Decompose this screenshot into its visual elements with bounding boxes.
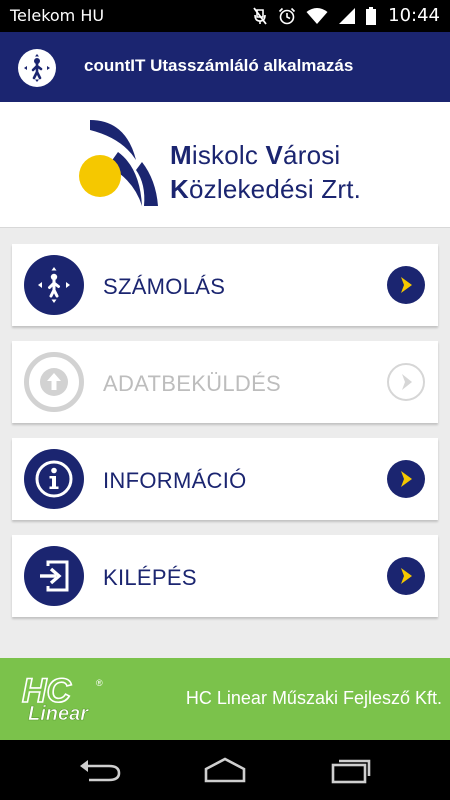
carrier-name: Telekom HU [10,6,105,25]
menu-item-counting[interactable]: SZÁMOLÁS [12,244,438,326]
menu-item-label: KILÉPÉS [103,565,197,590]
brand-logo-panel: Miskolc Városi Közlekedési Zrt. [0,102,450,228]
brand-name-line1: Miskolc Városi [170,140,341,170]
menu-item-information[interactable]: INFORMÁCIÓ [12,438,438,520]
mvk-logo-icon [79,120,158,206]
company-footer: HC ® Linear HC Linear Műszaki Fejlesző K… [0,658,450,740]
counting-person-icon [24,255,84,315]
app-bar: countIT Utasszámláló alkalmazás [0,32,450,102]
exit-icon [24,546,84,606]
svg-text:®: ® [96,678,103,688]
wifi-icon [306,8,328,24]
chevron-right-icon[interactable] [387,557,425,595]
status-bar: Telekom HU 10:44 [0,0,450,32]
home-icon[interactable] [200,754,250,786]
hc-linear-logo: HC ® Linear [21,674,103,724]
menu-item-label: SZÁMOLÁS [103,274,226,299]
signal-icon [339,8,355,24]
alarm-icon [278,7,296,25]
info-icon [24,449,84,509]
menu-item-label: INFORMÁCIÓ [103,468,247,493]
company-name: HC Linear Műszaki Fejlesző Kft. [185,688,442,708]
battery-icon [366,7,376,25]
app-title: countIT Utasszámláló alkalmazás [84,56,354,75]
system-nav-bar [0,740,450,800]
svg-text:Linear: Linear [28,703,89,724]
status-icons [252,7,376,25]
mute-icon [253,7,267,25]
menu-item-exit[interactable]: KILÉPÉS [12,535,438,617]
chevron-right-icon[interactable] [387,266,425,304]
menu-item-data-upload[interactable]: ADATBEKÜLDÉS [12,341,438,423]
menu-item-label: ADATBEKÜLDÉS [103,371,282,396]
recent-apps-icon[interactable] [326,754,376,786]
brand-name-line2: Közlekedési Zrt. [170,174,362,204]
upload-arrow-icon [24,352,84,412]
chevron-right-icon [387,363,425,401]
person-walking-icon [18,49,56,87]
chevron-right-icon[interactable] [387,460,425,498]
back-icon[interactable] [76,754,126,786]
clock: 10:44 [388,5,440,26]
